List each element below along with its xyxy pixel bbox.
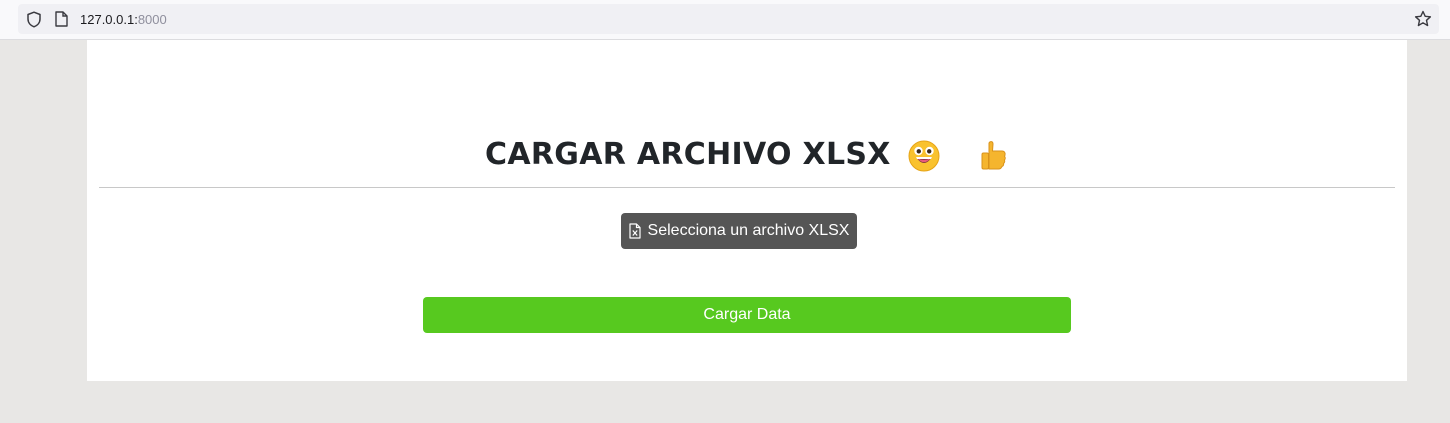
select-file-button[interactable]: Selecciona un archivo XLSX (621, 213, 857, 249)
select-file-label: Selecciona un archivo XLSX (647, 222, 850, 239)
file-excel-icon (628, 223, 641, 239)
load-data-button[interactable]: Cargar Data (423, 297, 1071, 333)
browser-toolbar: 127.0.0.1:8000 (0, 0, 1450, 40)
address-bar[interactable] (18, 4, 1439, 34)
grinning-face-icon (908, 140, 940, 172)
shield-icon[interactable] (26, 11, 42, 28)
thumbs-up-icon (981, 141, 1006, 170)
title-emojis (907, 137, 1009, 175)
title-divider (99, 187, 1395, 188)
page-title: CARGAR ARCHIVO XLSX (87, 136, 1407, 175)
page-icon (55, 11, 68, 27)
url-host: 127.0.0.1: (80, 12, 138, 27)
page-title-text: CARGAR ARCHIVO XLSX (485, 137, 891, 172)
url-port: 8000 (137, 12, 167, 27)
bookmark-star-icon[interactable] (1414, 10, 1432, 28)
upload-card: CARGAR ARCHIVO XLSX Selecciona un archiv… (87, 40, 1407, 381)
url-text[interactable]: 127.0.0.1:8000 (80, 11, 167, 28)
load-data-label: Cargar Data (703, 306, 791, 323)
